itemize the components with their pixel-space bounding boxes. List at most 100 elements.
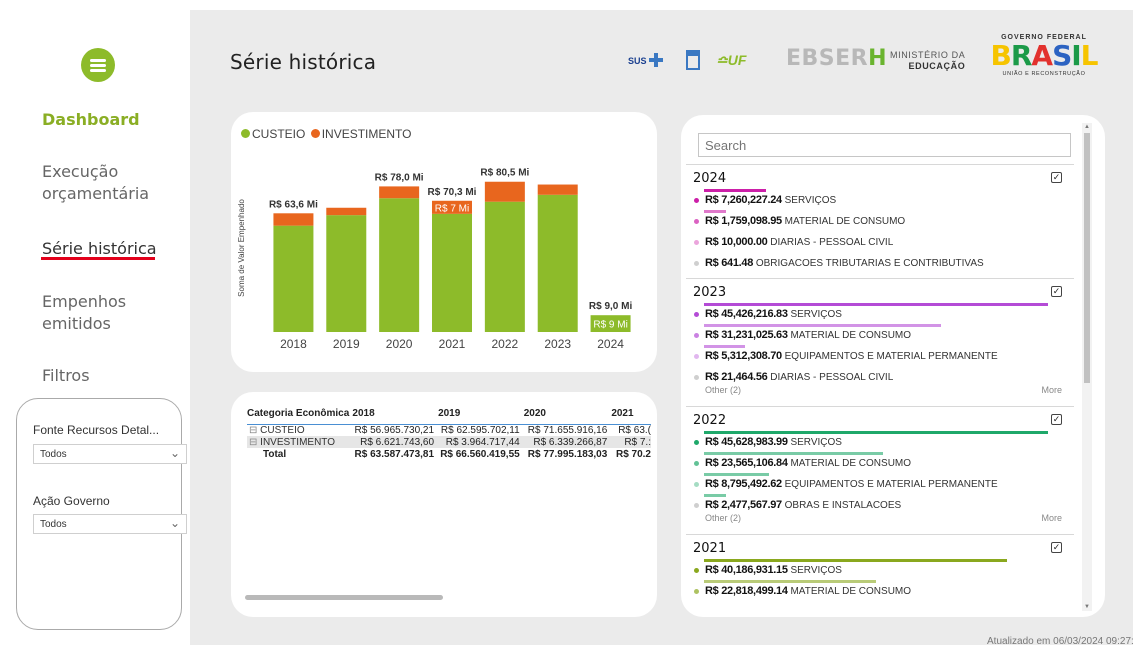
item-label: EQUIPAMENTOS E MATERIAL PERMANENTE xyxy=(784,351,998,362)
more-link[interactable]: More xyxy=(1041,385,1062,395)
bar-custeio-2023[interactable] xyxy=(537,194,578,332)
bar-investimento-2023[interactable] xyxy=(537,184,578,195)
matrix-cell: R$ 3.964.717,44 xyxy=(445,436,520,448)
nav-empenhos-line1[interactable]: Empenhos xyxy=(42,290,126,314)
vertical-scrollbar[interactable]: ▲ ▼ xyxy=(1082,123,1092,611)
list-item-text: R$ 31,231,025.63 MATERIAL DE CONSUMO xyxy=(705,329,911,341)
year-label[interactable]: 2024 xyxy=(693,171,726,186)
year-block-2023: 2023 ✓ R$ 45,426,216.83 SERVIÇOS R$ 31,231,… xyxy=(686,278,1074,406)
value-bar xyxy=(704,559,1007,562)
item-value: R$ 8,795,492.62 xyxy=(705,478,782,490)
item-label: SERVIÇOS xyxy=(790,437,842,448)
item-label: MATERIAL DE CONSUMO xyxy=(790,458,912,469)
y-axis-title: Soma de Valor Empenhado xyxy=(237,199,246,297)
filters-heading: Filtros xyxy=(42,366,90,385)
value-bar xyxy=(704,303,1048,306)
bar-investimento-2020[interactable] xyxy=(379,186,420,199)
collapse-icon[interactable]: ⊟ xyxy=(249,437,257,448)
nav-empenhos-line2[interactable]: emitidos xyxy=(42,312,111,336)
year-label[interactable]: 2022 xyxy=(693,413,726,428)
item-value: R$ 5,312,308.70 xyxy=(705,350,782,362)
checkbox-icon[interactable]: ✓ xyxy=(1051,414,1062,425)
list-item-text: R$ 45,628,983.99 SERVIÇOS xyxy=(705,436,842,448)
more-link[interactable]: More xyxy=(1041,513,1062,523)
bar-custeio-2021[interactable] xyxy=(432,213,472,332)
matrix-header-2018[interactable]: 2018 xyxy=(352,404,438,424)
matrix-header-2020[interactable]: 2020 xyxy=(524,404,612,424)
value-bar xyxy=(704,452,883,455)
scroll-down-icon[interactable]: ▼ xyxy=(1084,604,1090,610)
bullet-dot xyxy=(694,354,699,359)
other-items-label: Other (2) xyxy=(705,513,742,523)
item-value: R$ 641.48 xyxy=(705,257,754,269)
bar-total-label: R$ 80,5 Mi xyxy=(480,168,529,179)
item-label: OBRIGACOES TRIBUTARIAS E CONTRIBUTIVAS xyxy=(755,258,984,269)
checkbox-icon[interactable]: ✓ xyxy=(1051,286,1062,297)
bar-custeio-2019[interactable] xyxy=(326,215,367,332)
nav-execucao-line2[interactable]: orçamentária xyxy=(42,182,149,206)
matrix-cell: R$ 6.621.743,60 xyxy=(360,436,435,448)
list-item-text: R$ 2,477,567.97 OBRAS E INSTALACOES xyxy=(705,499,901,511)
value-bar xyxy=(704,345,745,348)
other-items-label: Other (2) xyxy=(705,385,742,395)
matrix-cell: R$ 71.655.916,16 xyxy=(527,424,608,436)
year-label[interactable]: 2021 xyxy=(693,541,726,556)
bullet-dot xyxy=(694,312,699,317)
bar-custeio-2018[interactable] xyxy=(273,225,314,332)
matrix-viewport: Categoria Econômica 2018 2019 2020 2021 … xyxy=(231,392,651,492)
item-label: MATERIAL DE CONSUMO xyxy=(790,330,912,341)
matrix-header-2019[interactable]: 2019 xyxy=(438,404,524,424)
item-value: R$ 23,565,106.84 xyxy=(705,457,788,469)
x-tick-label: 2018 xyxy=(280,337,307,351)
value-bar xyxy=(704,210,726,213)
filter-acao-select[interactable]: Todos ⌄ xyxy=(33,514,187,534)
bullet-dot xyxy=(694,375,699,380)
filters-panel: Fonte Recursos Detal... Todos ⌄ Ação Gov… xyxy=(16,398,187,630)
search-input[interactable] xyxy=(698,133,1071,157)
building-logo xyxy=(686,50,700,70)
matrix-total-cell: R$ 77.995.183,03 xyxy=(527,449,608,460)
year-label[interactable]: 2023 xyxy=(693,285,726,300)
item-label: SERVIÇOS xyxy=(784,195,837,206)
bullet-dot xyxy=(694,219,699,224)
bullet-dot xyxy=(694,589,699,594)
table-row[interactable]: ⊟ CUSTEIO R$ 56.965.730,21 R$ 62.595.702… xyxy=(247,424,651,436)
table-row[interactable]: ⊟ INVESTIMENTO R$ 6.621.743,60 R$ 3.964.… xyxy=(247,436,651,448)
bar-investimento-2018[interactable] xyxy=(273,213,314,226)
filter-fonte-label: Fonte Recursos Detal... xyxy=(33,423,160,437)
x-tick-label: 2024 xyxy=(597,337,624,351)
bar-inner-label: R$ 9 Mi xyxy=(593,320,627,331)
bullet-dot xyxy=(694,482,699,487)
x-tick-label: 2021 xyxy=(439,337,466,351)
bullet-dot xyxy=(694,503,699,508)
bullet-dot xyxy=(694,198,699,203)
item-value: R$ 45,426,216.83 xyxy=(705,308,788,320)
hamburger-menu-button[interactable] xyxy=(81,48,115,82)
bar-total-label: R$ 78,0 Mi xyxy=(375,172,424,183)
filter-acao-label: Ação Governo xyxy=(33,494,110,508)
checkbox-icon[interactable]: ✓ xyxy=(1051,542,1062,553)
list-item-text: R$ 641.48 OBRIGACOES TRIBUTARIAS E CONTR… xyxy=(705,257,984,269)
bar-custeio-2022[interactable] xyxy=(484,201,525,332)
bar-custeio-2020[interactable] xyxy=(379,198,420,332)
nav-execucao-line1[interactable]: Execução xyxy=(42,160,118,184)
scrollbar-thumb[interactable] xyxy=(1084,133,1090,383)
matrix-horizontal-scrollbar[interactable] xyxy=(245,595,443,600)
item-label: DIARIAS - PESSOAL CIVIL xyxy=(770,237,894,248)
matrix-header-category[interactable]: Categoria Econômica xyxy=(247,404,352,424)
matrix-total-cell: R$ 66.560.419,55 xyxy=(440,449,520,460)
filter-acao-value: Todos xyxy=(40,519,67,530)
list-item-text: R$ 21,464.56 DIARIAS - PESSOAL CIVIL xyxy=(705,371,893,383)
scroll-up-icon[interactable]: ▲ xyxy=(1084,124,1090,130)
bar-investimento-2019[interactable] xyxy=(326,207,367,216)
bar-total-label: R$ 9,0 Mi xyxy=(589,301,633,312)
bar-total-label: R$ 63,6 Mi xyxy=(269,199,318,210)
filter-fonte-select[interactable]: Todos ⌄ xyxy=(33,444,187,464)
bar-investimento-2022[interactable] xyxy=(484,181,525,202)
checkbox-icon[interactable]: ✓ xyxy=(1051,172,1062,183)
matrix-header-2021[interactable]: 2021 xyxy=(611,404,651,424)
nav-dashboard[interactable]: Dashboard xyxy=(42,108,140,132)
x-tick-label: 2023 xyxy=(544,337,571,351)
bullet-dot xyxy=(694,461,699,466)
collapse-icon[interactable]: ⊟ xyxy=(249,425,257,436)
